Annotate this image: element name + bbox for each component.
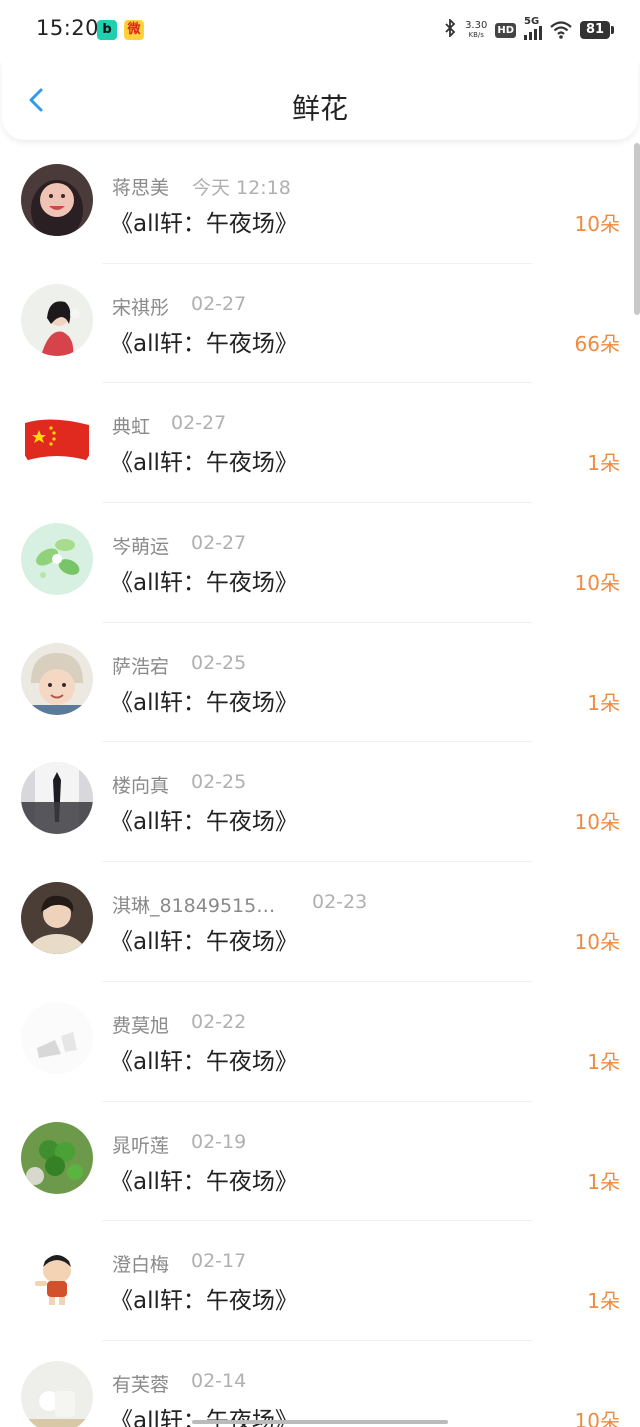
- bilibili-notification-icon: b: [97, 20, 117, 40]
- flower-count: 10朵: [574, 930, 620, 955]
- flower-gift-list: 蒋思美 今天 12:18 《all轩：午夜场》 10朵 宋祺彤 02-27 《all轩：午夜…: [0, 144, 640, 1427]
- avatar[interactable]: [21, 762, 93, 835]
- avatar-image: [21, 1001, 93, 1074]
- list-item[interactable]: 典虹 02-27 《all轩：午夜场》 1朵: [0, 383, 640, 504]
- bluetooth-icon: [443, 17, 457, 42]
- nav-header: 鲜花: [2, 60, 638, 140]
- gift-date: 02-22: [191, 1010, 247, 1033]
- user-name[interactable]: 有芙蓉: [112, 1370, 169, 1397]
- avatar[interactable]: [21, 1241, 93, 1314]
- battery-icon: 81: [580, 21, 614, 39]
- user-name[interactable]: 澄白梅: [112, 1250, 169, 1277]
- flower-count: 10朵: [574, 571, 620, 596]
- avatar-image: [21, 882, 93, 955]
- gift-date: 02-17: [191, 1250, 247, 1273]
- flower-count: 1朵: [587, 1289, 620, 1314]
- book-title: 《all轩：午夜场》: [110, 570, 298, 597]
- flower-count: 10朵: [574, 810, 620, 835]
- book-title: 《all轩：午夜场》: [110, 929, 298, 956]
- avatar-image: [21, 523, 93, 596]
- list-item[interactable]: 楼向真 02-25 《all轩：午夜场》 10朵: [0, 742, 640, 863]
- wifi-icon: [550, 21, 572, 39]
- avatar-image: [21, 1241, 93, 1314]
- avatar[interactable]: [21, 283, 93, 356]
- flower-count: 1朵: [587, 1049, 620, 1074]
- book-title: 《all轩：午夜场》: [110, 1048, 298, 1075]
- home-indicator[interactable]: [192, 1420, 448, 1424]
- book-title: 《all轩：午夜场》: [110, 211, 298, 237]
- list-item[interactable]: 萨浩宕 02-25 《all轩：午夜场》 1朵: [0, 623, 640, 743]
- page-title: 鲜花: [291, 92, 348, 125]
- list-item[interactable]: 晁听莲 02-19 《all轩：午夜场》 1朵: [0, 1102, 640, 1222]
- gift-date: 02-27: [191, 292, 247, 315]
- gift-date: 今天 12:18: [192, 177, 291, 199]
- book-title: 《all轩：午夜场》: [110, 1168, 298, 1195]
- flower-count: 10朵: [574, 212, 620, 236]
- user-name[interactable]: 淇琳_81849515…: [112, 891, 275, 918]
- flowers-page: 15:20 b 微 3.30 KB/s HD 5G 81 鲜花 蒋思美 今天 1…: [0, 0, 640, 1427]
- list-item[interactable]: 岑萌运 02-27 《all轩：午夜场》 10朵: [0, 503, 640, 623]
- status-bar: 15:20 b 微 3.30 KB/s HD 5G 81: [0, 0, 640, 60]
- gift-date: 02-25: [191, 651, 247, 674]
- gift-date: 02-19: [191, 1130, 247, 1153]
- network-speed-unit: KB/s: [468, 31, 484, 39]
- user-name[interactable]: 萨浩宕: [112, 652, 169, 679]
- avatar-image: [21, 762, 93, 835]
- list-item[interactable]: 有芙蓉 02-14 《all轩：午夜场》 10朵: [0, 1341, 640, 1427]
- avatar[interactable]: [21, 1360, 93, 1427]
- user-name[interactable]: 岑萌运: [112, 532, 169, 559]
- user-name[interactable]: 典虹: [112, 412, 150, 439]
- book-title: 《all轩：午夜场》: [110, 689, 298, 716]
- avatar[interactable]: [21, 882, 93, 955]
- flower-count: 1朵: [587, 1169, 620, 1194]
- avatar-image: [21, 283, 93, 356]
- list-item[interactable]: 淇琳_81849515… 02-23 《all轩：午夜场》 10朵: [0, 862, 640, 982]
- list-item[interactable]: 澄白梅 02-17 《all轩：午夜场》 1朵: [0, 1221, 640, 1341]
- gift-date: 02-14: [191, 1369, 247, 1392]
- signal-label: 5G: [524, 16, 540, 27]
- user-name[interactable]: 费莫旭: [112, 1011, 169, 1038]
- avatar[interactable]: [21, 642, 93, 715]
- avatar-image: [21, 164, 93, 236]
- flower-count: 1朵: [587, 690, 620, 715]
- gift-date: 02-25: [191, 771, 247, 794]
- book-title: 《all轩：午夜场》: [110, 809, 298, 836]
- avatar[interactable]: [21, 403, 93, 476]
- avatar-image: [21, 1121, 93, 1194]
- network-speed-value: 3.30: [465, 20, 488, 31]
- user-name[interactable]: 楼向真: [112, 771, 169, 798]
- gift-date: 02-27: [171, 412, 227, 435]
- book-title: 《all轩：午夜场》: [110, 330, 298, 357]
- gift-date: 02-27: [191, 532, 247, 555]
- flower-count: 10朵: [574, 1408, 620, 1427]
- status-icons: 3.30 KB/s HD 5G 81: [443, 16, 614, 42]
- hd-icon: HD: [495, 22, 516, 38]
- gift-date: 02-23: [312, 891, 368, 914]
- network-speed: 3.30 KB/s: [465, 20, 488, 40]
- book-title: 《all轩：午夜场》: [110, 1288, 298, 1315]
- flower-count: 1朵: [587, 451, 620, 476]
- list-item[interactable]: 宋祺彤 02-27 《all轩：午夜场》 66朵: [0, 264, 640, 384]
- avatar[interactable]: [21, 523, 93, 596]
- weibo-notification-icon: 微: [124, 20, 144, 40]
- book-title: 《all轩：午夜场》: [110, 450, 298, 477]
- avatar[interactable]: [21, 1001, 93, 1074]
- user-name[interactable]: 晁听莲: [112, 1131, 169, 1158]
- cellular-signal-icon: 5G: [524, 16, 542, 40]
- list-item[interactable]: 费莫旭 02-22 《all轩：午夜场》 1朵: [0, 982, 640, 1102]
- avatar-image: [21, 403, 93, 476]
- avatar[interactable]: [21, 164, 93, 236]
- status-time: 15:20: [36, 16, 100, 40]
- avatar-image: [21, 642, 93, 715]
- scrollbar-thumb[interactable]: [634, 143, 640, 315]
- list-item[interactable]: 蒋思美 今天 12:18 《all轩：午夜场》 10朵: [0, 144, 640, 264]
- user-name[interactable]: 蒋思美: [112, 173, 169, 200]
- user-name[interactable]: 宋祺彤: [112, 293, 169, 320]
- flower-count: 66朵: [574, 331, 620, 356]
- avatar-image: [21, 1360, 93, 1427]
- avatar[interactable]: [21, 1121, 93, 1194]
